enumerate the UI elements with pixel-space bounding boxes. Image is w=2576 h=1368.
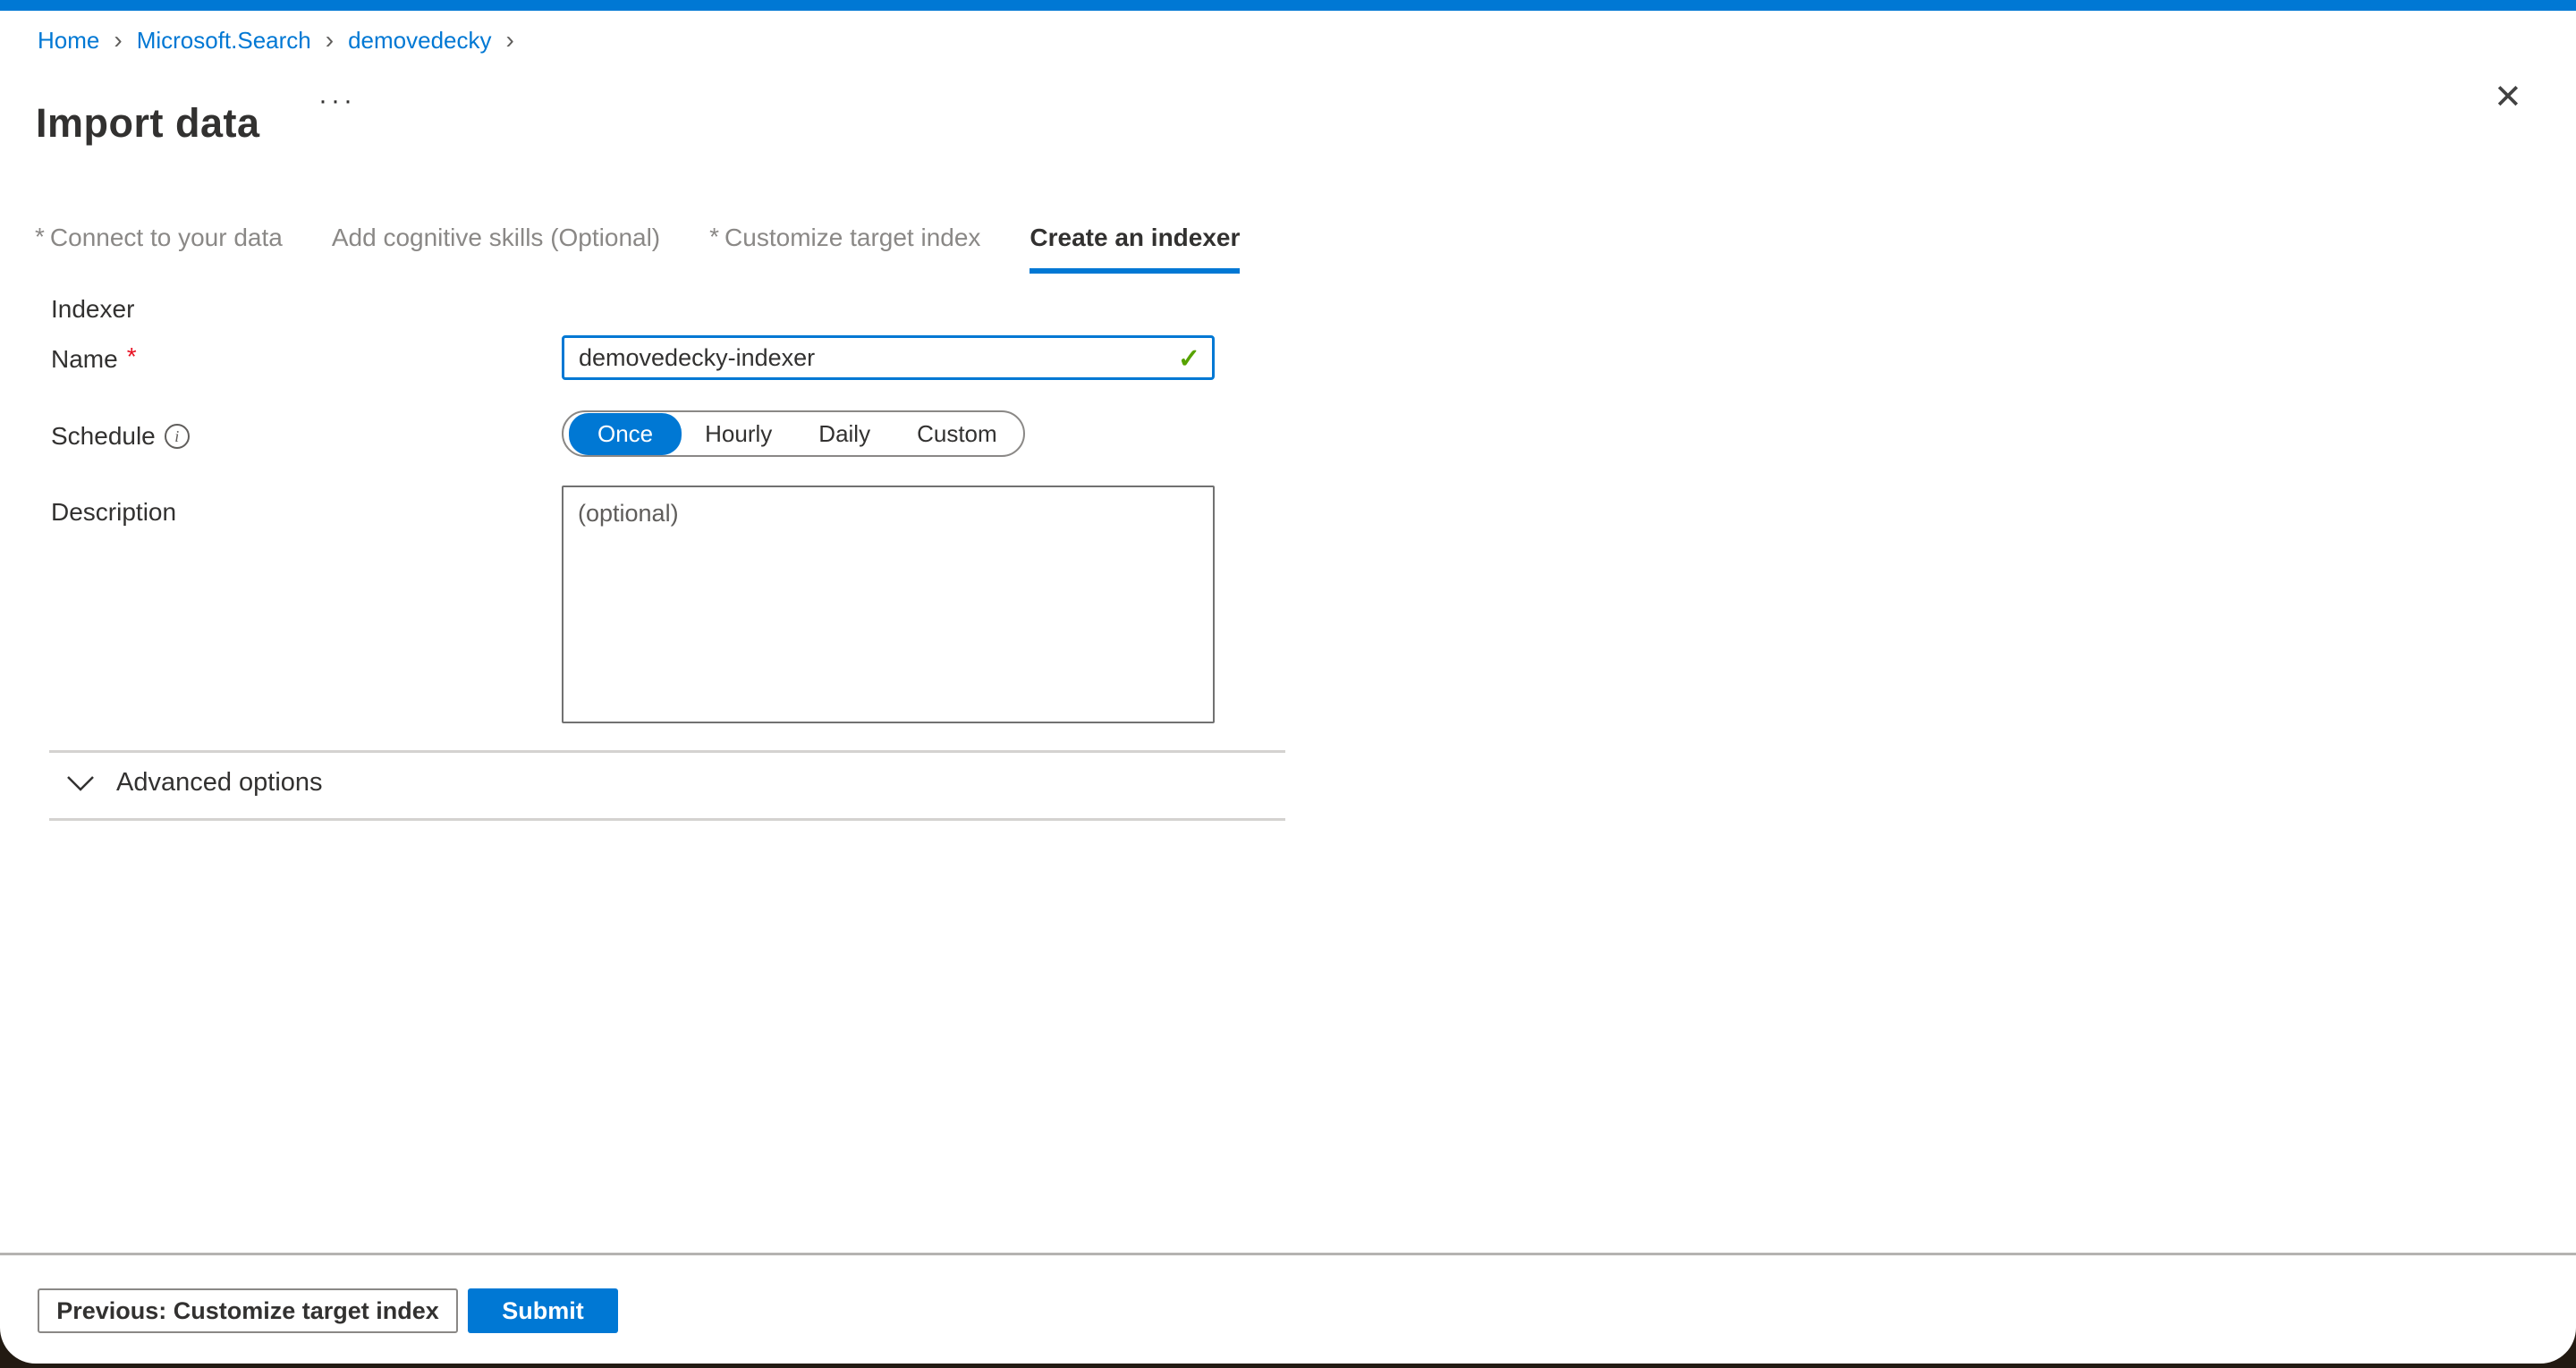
name-field-wrapper: ✓	[562, 335, 1215, 380]
tab-label: Add cognitive skills (Optional)	[332, 224, 660, 252]
schedule-option-custom[interactable]: Custom	[894, 420, 1021, 448]
section-title-indexer: Indexer	[51, 295, 134, 324]
schedule-label: Schedule i	[51, 422, 190, 451]
tab-add-cognitive-skills[interactable]: Add cognitive skills (Optional)	[332, 224, 660, 274]
schedule-option-hourly[interactable]: Hourly	[682, 420, 795, 448]
divider	[49, 818, 1285, 821]
page: Home › Microsoft.Search › demovedecky › …	[0, 0, 2576, 1364]
footer-divider	[0, 1253, 2576, 1255]
divider	[49, 750, 1285, 753]
info-icon[interactable]: i	[165, 424, 190, 449]
description-label: Description	[51, 498, 176, 527]
schedule-toggle: Once Hourly Daily Custom	[562, 410, 1025, 457]
indexer-name-input[interactable]	[562, 335, 1215, 380]
close-button[interactable]: ✕	[2488, 75, 2528, 120]
chevron-down-icon	[66, 775, 95, 791]
tab-bar: * Connect to your data Add cognitive ski…	[35, 224, 1240, 274]
submit-button[interactable]: Submit	[468, 1288, 618, 1333]
tab-create-an-indexer[interactable]: Create an indexer	[1030, 224, 1240, 274]
required-asterisk: *	[127, 342, 137, 371]
name-label-text: Name	[51, 345, 118, 374]
schedule-option-once[interactable]: Once	[569, 413, 682, 455]
tab-label: Customize target index	[724, 224, 980, 252]
ellipsis-icon: ···	[318, 86, 356, 115]
breadcrumb-separator-icon: ›	[326, 28, 334, 53]
required-asterisk: *	[35, 223, 45, 251]
valid-check-icon: ✓	[1178, 343, 1200, 375]
breadcrumb-separator-icon: ›	[114, 28, 122, 53]
close-icon: ✕	[2494, 79, 2522, 116]
tab-connect-to-your-data[interactable]: * Connect to your data	[35, 224, 283, 274]
schedule-label-text: Schedule	[51, 422, 156, 451]
breadcrumb: Home › Microsoft.Search › demovedecky ›	[38, 27, 514, 55]
advanced-options-label: Advanced options	[116, 768, 323, 798]
breadcrumb-separator-icon: ›	[506, 28, 514, 53]
advanced-options-toggle[interactable]: Advanced options	[63, 764, 326, 801]
schedule-option-daily[interactable]: Daily	[795, 420, 894, 448]
description-textarea[interactable]	[562, 486, 1215, 723]
more-options-button[interactable]: ···	[311, 82, 363, 120]
breadcrumb-link-microsoft-search[interactable]: Microsoft.Search	[137, 27, 311, 55]
tab-label: Create an indexer	[1030, 224, 1240, 252]
description-label-text: Description	[51, 498, 176, 527]
previous-step-button[interactable]: Previous: Customize target index	[38, 1288, 458, 1333]
name-label: Name *	[51, 345, 137, 374]
breadcrumb-link-demovedecky[interactable]: demovedecky	[348, 27, 491, 55]
required-asterisk: *	[709, 223, 719, 251]
tab-label: Connect to your data	[50, 224, 283, 252]
top-accent-bar	[0, 0, 2576, 11]
tab-customize-target-index[interactable]: * Customize target index	[709, 224, 980, 274]
breadcrumb-link-home[interactable]: Home	[38, 27, 99, 55]
page-title: Import data	[36, 100, 260, 147]
